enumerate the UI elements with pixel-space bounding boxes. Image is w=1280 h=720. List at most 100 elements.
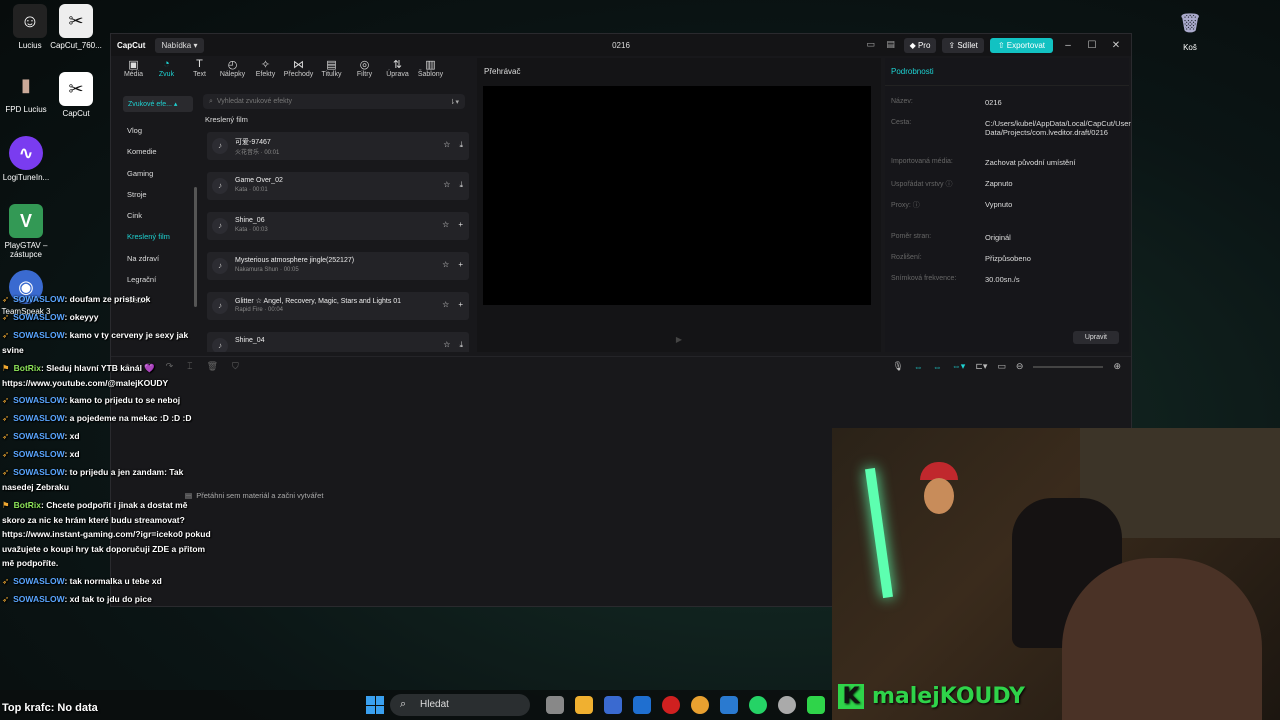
toolbar: ▣ Média ◔ Zvuk T Text ◴ Nálepky ✧ Efekty ⋈ Pře… [117, 58, 471, 88]
add-icon[interactable]: + [458, 300, 463, 309]
tab-adjust[interactable]: ⇅ Úprava [381, 58, 414, 88]
category-cartoon[interactable]: Kreslený film [117, 226, 197, 247]
sidebar-scrollbar[interactable] [194, 187, 197, 307]
music-note-icon: ♪ [212, 258, 228, 274]
shield-icon[interactable]: ⛉ [232, 361, 239, 372]
menu-button[interactable]: Nabídka ▾ [155, 37, 204, 53]
category-cheers[interactable]: Na zdraví [117, 248, 197, 269]
category-comedy[interactable]: Komedie [117, 141, 197, 162]
layout-icon[interactable]: ▭ [864, 39, 878, 51]
filter-icon[interactable]: ⇂▾ [450, 98, 459, 106]
snap-icon[interactable]: ⇔▾ [952, 361, 966, 372]
shortcut-icon[interactable]: ▤ [884, 39, 898, 51]
favorite-icon[interactable]: ☆ [443, 180, 450, 190]
magnet-icon[interactable]: ⇔ [933, 362, 942, 372]
stream-brand: KmalejKOUDY [838, 684, 1025, 709]
share-button[interactable]: ⇪ Sdílet [942, 37, 984, 53]
store-icon[interactable] [604, 696, 622, 714]
tab-effects[interactable]: ✧ Efekty [249, 58, 282, 88]
desktop-icon-gtav[interactable]: V PlayGTAV – zástupce [0, 204, 56, 259]
music-note-icon: ♪ [212, 178, 228, 194]
file-explorer-icon[interactable] [575, 696, 593, 714]
add-icon[interactable]: + [458, 260, 463, 269]
desktop-icon-recycle-bin[interactable]: 🗑 Koš [1160, 6, 1220, 53]
pro-button[interactable]: ◆ Pro [903, 37, 937, 53]
desktop-icon-capcut-file[interactable]: ✂ CapCut_760... [46, 4, 106, 50]
audio-track[interactable]: ♪ Glitter ☆ Angel, Recovery, Magic, Stars… [207, 292, 469, 320]
chrome-icon[interactable] [691, 696, 709, 714]
zoom-out-icon[interactable]: ⊖ [1016, 361, 1024, 372]
tab-stickers[interactable]: ◴ Nálepky [216, 58, 249, 88]
edit-button[interactable]: Upravit [1072, 331, 1119, 344]
add-icon[interactable]: + [458, 220, 463, 229]
app-logo: CapCut [117, 40, 146, 50]
tab-transitions[interactable]: ⋈ Přechody [282, 58, 315, 88]
minimize-icon[interactable]: – [1059, 40, 1077, 51]
outlook-icon[interactable] [633, 696, 651, 714]
tab-media[interactable]: ▣ Média [117, 58, 150, 88]
badge-icon: ➶ [2, 449, 10, 459]
badge-icon: ➶ [2, 413, 10, 423]
caption-icon[interactable]: ▭ [997, 361, 1006, 372]
favorite-icon[interactable]: ☆ [443, 340, 450, 350]
category-funny[interactable]: Legrační [117, 269, 197, 290]
task-view-icon[interactable] [546, 696, 564, 714]
whatsapp-icon[interactable] [749, 696, 767, 714]
microphone-icon[interactable]: 🎙 [892, 361, 903, 372]
tab-text[interactable]: T Text [183, 58, 216, 88]
opera-icon[interactable] [662, 696, 680, 714]
download-icon[interactable]: ⤓ [459, 140, 463, 150]
windows-start-icon[interactable] [366, 696, 384, 714]
template-icon: ▥ [425, 59, 436, 71]
category-machines[interactable]: Stroje [117, 184, 197, 205]
music-note-icon: ♪ [212, 298, 228, 314]
bot-badge-icon: ⚑ [2, 500, 10, 510]
player-panel: Přehrávač ▶ [477, 58, 881, 352]
favorite-icon[interactable]: ☆ [443, 140, 450, 150]
category-ding[interactable]: Cink [117, 205, 197, 226]
filter-icon: ◎ [359, 59, 370, 71]
zoom-slider[interactable] [1033, 365, 1104, 368]
desktop-icon-capcut[interactable]: ✂ CapCut [46, 72, 106, 118]
chat-message: ➶ SOWASLOW: kamo to prijedu to se neboj [2, 395, 181, 405]
audio-wave-icon: ∿ [9, 136, 43, 170]
chat-message: ➶ SOWASLOW: okeyyy [2, 312, 99, 322]
kick-icon[interactable] [807, 696, 825, 714]
chat-message: ➶ SOWASLOW: kamo v ty cerveny je sexy jak… [2, 330, 189, 355]
export-button[interactable]: ⇧ Exportovat [989, 37, 1053, 53]
download-icon[interactable]: ⤓ [459, 180, 463, 190]
audio-track[interactable]: ♪ Mysterious atmosphere jingle(252127) Nak… [207, 252, 469, 280]
audio-track[interactable]: ♪ 可爱-97467 火花音乐 · 00:01 ☆ ⤓ [207, 132, 469, 160]
tab-audio[interactable]: ◔ Zvuk [150, 58, 183, 88]
desktop-icon-logitune[interactable]: ∿ LogiTuneIn... [0, 136, 56, 182]
preview-icon[interactable]: ⊏▾ [975, 361, 987, 372]
user-icon: ☺ [13, 4, 47, 38]
close-icon[interactable]: ✕ [1107, 40, 1125, 51]
audio-track[interactable]: ♪ Shine_04 ☆ ⤓ [207, 332, 469, 352]
photos-icon[interactable] [720, 696, 738, 714]
category-vlog[interactable]: Vlog [117, 120, 197, 141]
download-icon[interactable]: ⤓ [459, 340, 463, 350]
search-input[interactable]: ⌕ Vyhledat zvukové efekty ⇂▾ [203, 94, 465, 109]
settings-icon[interactable] [778, 696, 796, 714]
favorite-icon[interactable]: ☆ [442, 300, 449, 309]
favorite-icon[interactable]: ☆ [442, 260, 449, 269]
chat-message: ⚑ BotRix: Chcete podpořit i jinak a dosta… [2, 500, 211, 568]
tab-captions[interactable]: ▤ Titulky [315, 58, 348, 88]
play-icon[interactable]: ▶ [477, 335, 881, 344]
favorite-icon[interactable]: ☆ [442, 220, 449, 229]
trash-icon: 🗑 [1178, 12, 1202, 33]
maximize-icon[interactable]: ☐ [1083, 40, 1101, 51]
audio-track[interactable]: ♪ Game Over_02 Kata · 00:01 ☆ ⤓ [207, 172, 469, 200]
badge-icon: ➶ [2, 312, 10, 322]
sound-effects-dropdown[interactable]: Zvukové efe... ▴ [123, 96, 193, 112]
link-icon[interactable]: ⇔ [914, 362, 923, 372]
player-screen[interactable] [483, 86, 871, 305]
player-title: Přehrávač [484, 67, 521, 76]
audio-track[interactable]: ♪ Shine_06 Kata · 00:03 ☆ + [207, 212, 469, 240]
category-gaming[interactable]: Gaming [117, 163, 197, 184]
taskbar-search[interactable]: ⌕ Hledat [390, 694, 530, 716]
tab-templates[interactable]: ▥ Šablony [414, 58, 447, 88]
zoom-in-icon[interactable]: ⊕ [1113, 361, 1121, 372]
tab-filters[interactable]: ◎ Filtry [348, 58, 381, 88]
